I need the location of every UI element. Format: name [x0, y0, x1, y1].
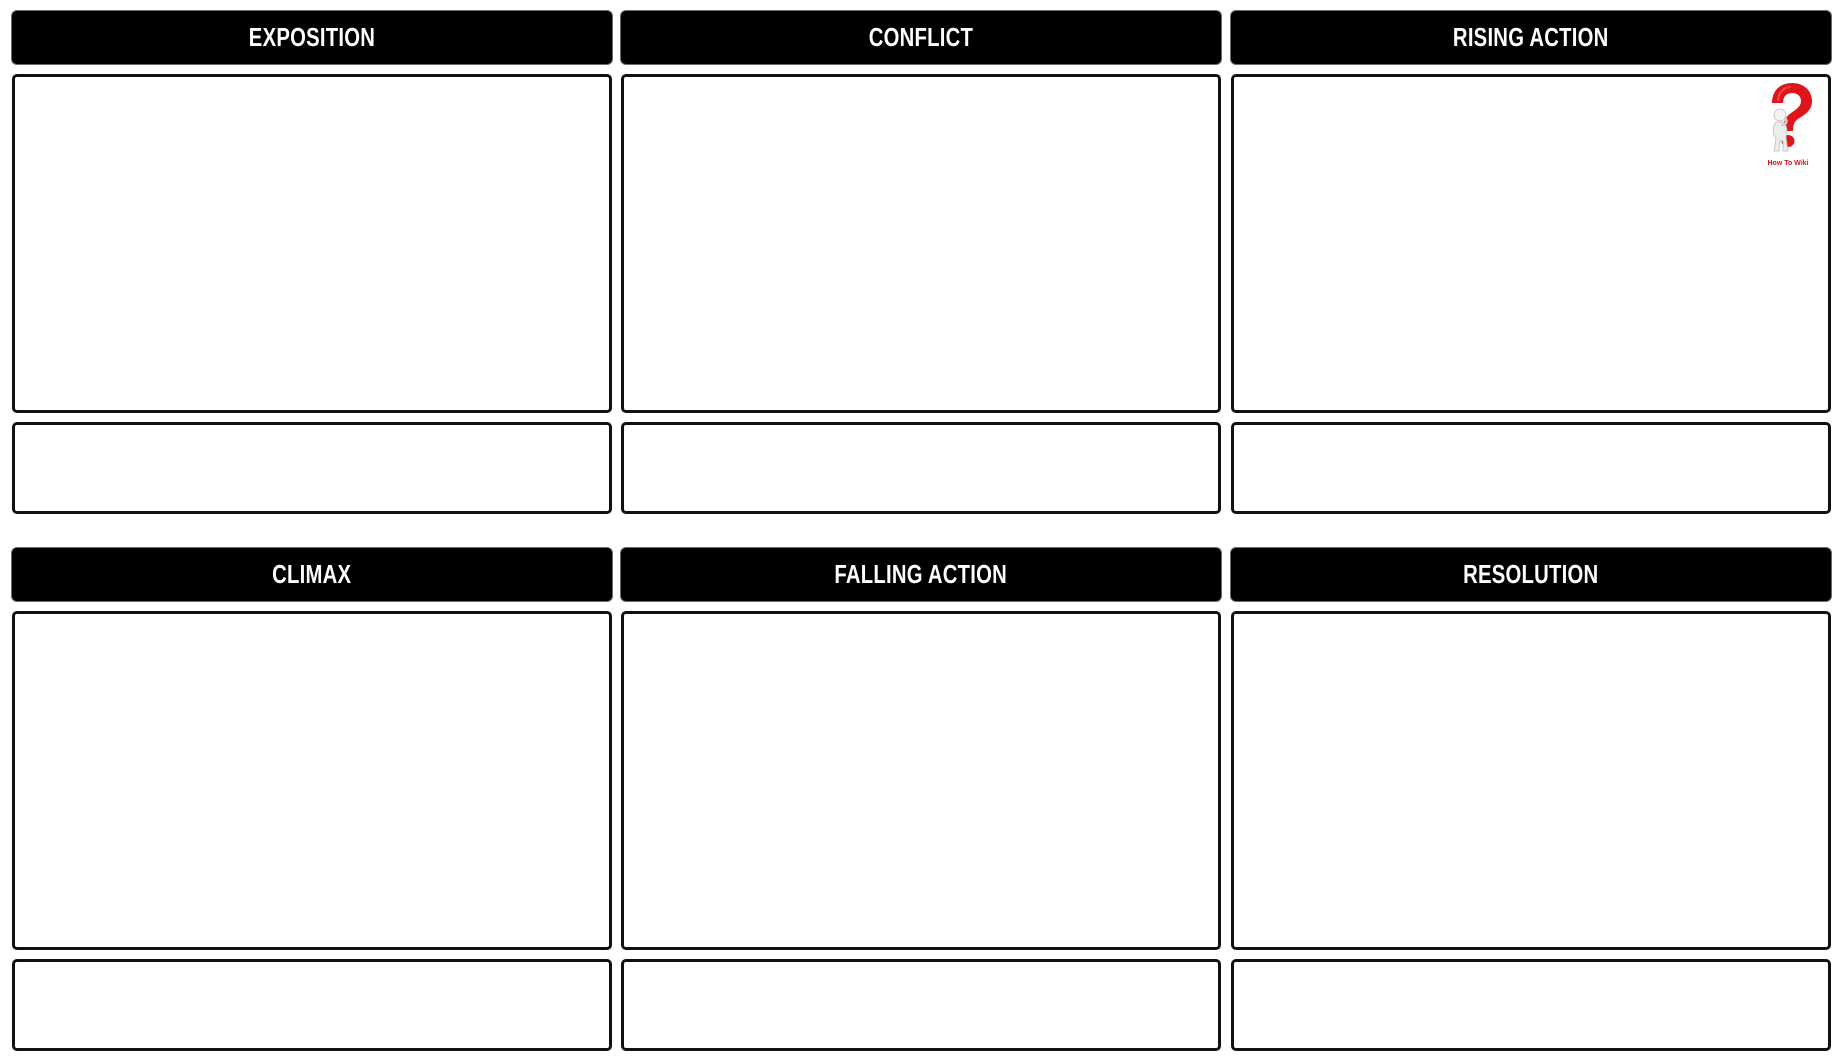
watermark-caption: How To Wiki	[1767, 160, 1809, 167]
cell-caption-box[interactable]	[12, 959, 612, 1051]
cell-title: CLIMAX	[272, 559, 352, 589]
cell-caption-box[interactable]	[621, 959, 1221, 1051]
cell-header: RESOLUTION	[1231, 548, 1831, 601]
cell-title: CONFLICT	[868, 22, 974, 52]
cell-header: FALLING ACTION	[621, 548, 1221, 601]
cell-caption-box[interactable]	[621, 422, 1221, 514]
cell-title: RESOLUTION	[1463, 559, 1599, 589]
cell-header: CONFLICT	[621, 11, 1221, 64]
cell-image-area[interactable]	[1231, 611, 1831, 950]
cell-header: EXPOSITION	[12, 11, 612, 64]
cell-image-area[interactable]: How To Wiki	[1231, 74, 1831, 413]
cell-caption-box[interactable]	[1231, 959, 1831, 1051]
how-to-wiki-watermark: How To Wiki	[1758, 81, 1818, 167]
cell-image-area[interactable]	[621, 611, 1221, 950]
cell-header: RISING ACTION	[1231, 11, 1831, 64]
cell-image-area[interactable]	[12, 611, 612, 950]
cell-header: CLIMAX	[12, 548, 612, 601]
cell-caption-box[interactable]	[1231, 422, 1831, 514]
cell-caption-box[interactable]	[12, 422, 612, 514]
cell-title: FALLING ACTION	[834, 559, 1008, 589]
cell-title: EXPOSITION	[248, 22, 376, 52]
cell-title: RISING ACTION	[1453, 22, 1609, 52]
cell-image-area[interactable]	[12, 74, 612, 413]
question-mark-figure-icon	[1772, 83, 1812, 152]
cell-image-area[interactable]	[621, 74, 1221, 413]
